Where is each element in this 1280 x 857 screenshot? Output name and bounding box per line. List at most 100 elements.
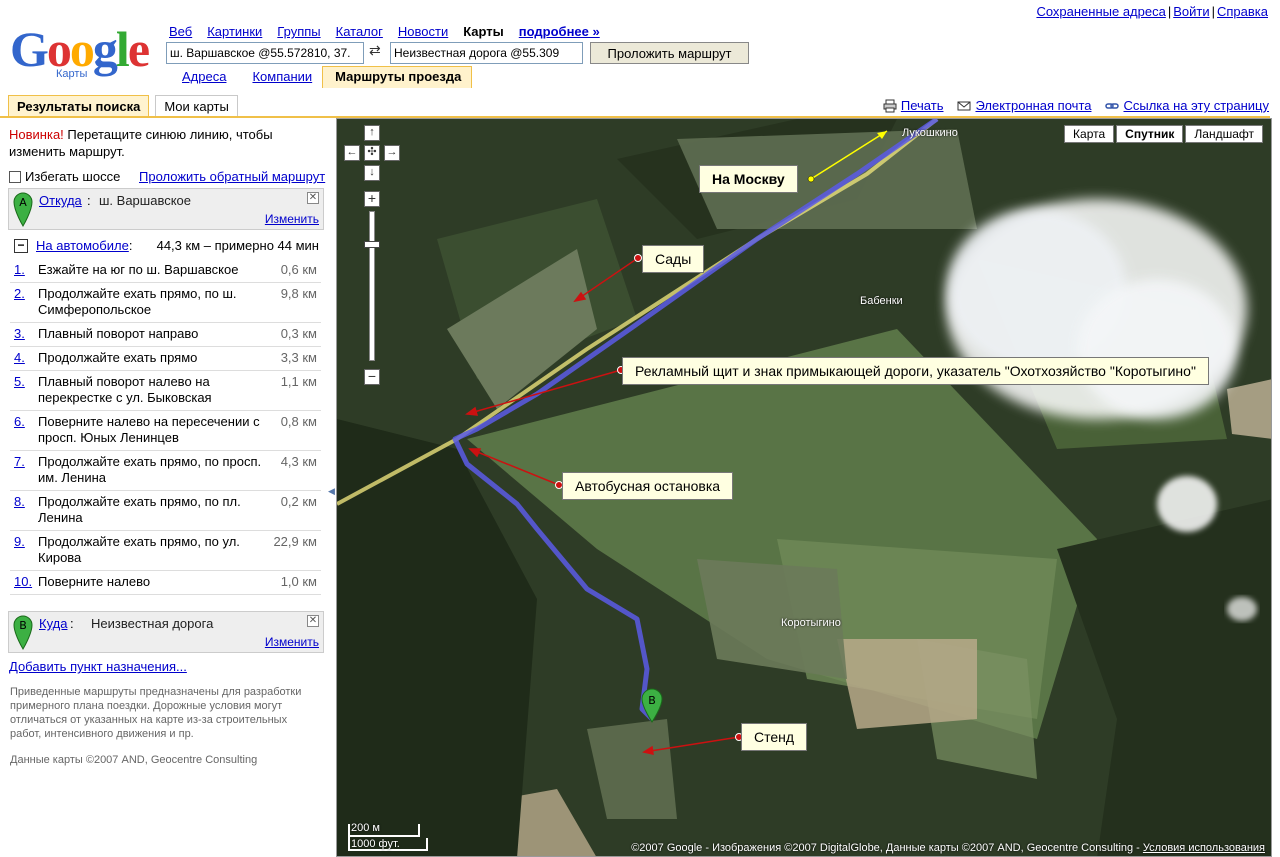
origin-label[interactable]: Откуда [39, 193, 82, 208]
zoom-slider[interactable] [364, 211, 380, 361]
map-data-credit: Данные карты ©2007 AND, Geocentre Consul… [10, 754, 258, 766]
swap-icon[interactable]: ⇄ [369, 42, 381, 59]
tab-businesses[interactable]: Компании [236, 66, 322, 88]
direction-step[interactable]: 7. Продолжайте ехать прямо, по просп. им.… [10, 451, 321, 491]
terms-of-use-link[interactable]: Условия использования [1143, 842, 1265, 854]
pan-down-icon[interactable]: ↓ [364, 165, 380, 181]
svg-text:A: A [19, 196, 27, 209]
direction-step[interactable]: 4. Продолжайте ехать прямо 3,3 км [10, 347, 321, 371]
nav-news[interactable]: Новости [398, 24, 448, 39]
permalink-action[interactable]: Ссылка на эту страницу [1105, 98, 1269, 113]
pan-left-icon[interactable]: ← [344, 145, 360, 161]
permalink-link[interactable]: Ссылка на эту страницу [1123, 98, 1269, 113]
step-distance: 9,8 км [280, 286, 317, 301]
edit-destination-link[interactable]: Изменить [265, 635, 319, 649]
map-type-satellite[interactable]: Спутник [1116, 125, 1184, 143]
callout-to-moscow: На Москву [699, 165, 798, 193]
from-input[interactable] [166, 42, 364, 64]
map-type-switcher: Карта Спутник Ландшафт [1064, 125, 1263, 143]
map-type-map[interactable]: Карта [1064, 125, 1115, 143]
step-number[interactable]: 3. [10, 326, 38, 342]
step-number[interactable]: 4. [10, 350, 38, 366]
direction-step[interactable]: 8. Продолжайте ехать прямо, по пл. Ленина… [10, 491, 321, 531]
saved-addresses-link[interactable]: Сохраненные адреса [1036, 4, 1165, 19]
direction-step[interactable]: 1. Езжайте на юг по ш. Варшавское 0,6 км [10, 259, 321, 283]
help-link[interactable]: Справка [1217, 4, 1268, 19]
step-number[interactable]: 2. [10, 286, 38, 318]
step-instruction: Поверните налево [38, 574, 151, 589]
pan-right-icon[interactable]: → [384, 145, 400, 161]
nav-catalog[interactable]: Каталог [336, 24, 383, 39]
print-link[interactable]: Печать [901, 98, 944, 113]
destination-box: B Куда: Неизвестная дорога ✕ Изменить [8, 611, 324, 653]
map-type-terrain[interactable]: Ландшафт [1185, 125, 1263, 143]
step-instruction: Езжайте на юг по ш. Варшавское [38, 262, 239, 277]
place-babenki: Бабенки [860, 295, 903, 307]
step-number[interactable]: 8. [10, 494, 38, 526]
scale-meters: 200 м [351, 822, 380, 834]
top-nav: Веб Картинки Группы Каталог Новости Карт… [169, 24, 600, 39]
collapse-panel-icon[interactable]: ◀ [328, 486, 335, 497]
svg-text:B: B [19, 619, 27, 632]
reverse-route-link[interactable]: Проложить обратный маршрут [139, 169, 325, 184]
driving-mode-link[interactable]: На автомобиле [36, 238, 129, 253]
step-instruction: Поверните налево на пересечении с просп.… [38, 414, 260, 445]
step-number[interactable]: 6. [10, 414, 38, 446]
collapse-icon[interactable]: − [14, 238, 28, 253]
step-number[interactable]: 10. [10, 574, 38, 590]
step-number[interactable]: 5. [10, 374, 38, 406]
tab-addresses[interactable]: Адреса [166, 66, 236, 88]
tab-my-maps[interactable]: Мои карты [155, 95, 238, 117]
nav-images[interactable]: Картинки [207, 24, 262, 39]
nav-more[interactable]: подробнее » [519, 24, 600, 39]
step-distance: 0,6 км [280, 262, 317, 277]
avoid-highways-label: Избегать шоссе [25, 169, 121, 184]
tab-directions[interactable]: Маршруты проезда [322, 66, 473, 88]
close-icon[interactable]: ✕ [307, 615, 319, 627]
search-subtabs: Адреса Компании Маршруты проезда [166, 66, 473, 88]
google-logo[interactable]: Google Карты [10, 24, 158, 86]
page-actions: Печать Электронная почта Ссылка на эту с… [883, 98, 1269, 113]
step-distance: 0,8 км [280, 414, 317, 429]
edit-origin-link[interactable]: Изменить [265, 212, 319, 226]
zoom-out-icon[interactable]: − [364, 369, 380, 385]
step-instruction: Продолжайте ехать прямо, по пл. Ленина [38, 494, 241, 525]
email-link[interactable]: Электронная почта [975, 98, 1091, 113]
nav-groups[interactable]: Группы [277, 24, 320, 39]
sign-in-link[interactable]: Войти [1173, 4, 1209, 19]
avoid-highways-option[interactable]: Избегать шоссе [9, 169, 120, 184]
pan-up-icon[interactable]: ↑ [364, 125, 380, 141]
get-directions-button[interactable]: Проложить маршрут [590, 42, 749, 64]
to-input[interactable] [390, 42, 583, 64]
direction-step[interactable]: 6. Поверните налево на пересечении с прос… [10, 411, 321, 451]
step-instruction: Плавный поворот направо [38, 326, 199, 341]
step-number[interactable]: 9. [10, 534, 38, 566]
step-number[interactable]: 1. [10, 262, 38, 278]
nav-web[interactable]: Веб [169, 24, 192, 39]
avoid-highways-checkbox[interactable] [9, 170, 21, 183]
step-distance: 1,0 км [280, 574, 317, 589]
pan-center-icon[interactable]: ✣ [364, 145, 380, 161]
chain-link-icon [1105, 102, 1120, 109]
tab-search-results[interactable]: Результаты поиска [8, 95, 150, 117]
logo-wordmark: Google [10, 21, 150, 77]
close-icon[interactable]: ✕ [307, 192, 319, 204]
print-action[interactable]: Печать [883, 98, 944, 113]
add-destination-link[interactable]: Добавить пункт назначения... [9, 659, 187, 674]
zoom-slider-handle[interactable] [364, 241, 380, 248]
email-action[interactable]: Электронная почта [957, 98, 1091, 113]
step-instruction: Продолжайте ехать прямо, по просп. им. Л… [38, 454, 262, 485]
direction-step[interactable]: 3. Плавный поворот направо 0,3 км [10, 323, 321, 347]
zoom-in-icon[interactable]: + [364, 191, 380, 207]
direction-step[interactable]: 10. Поверните налево 1,0 км [10, 571, 321, 595]
direction-step[interactable]: 2. Продолжайте ехать прямо, по ш. Симферо… [10, 283, 321, 323]
direction-step[interactable]: 9. Продолжайте ехать прямо, по ул. Кирова… [10, 531, 321, 571]
destination-label[interactable]: Куда [39, 616, 67, 631]
destination-value: Неизвестная дорога [91, 616, 214, 631]
step-instruction: Продолжайте ехать прямо, по ул. Кирова [38, 534, 240, 565]
account-links: Сохраненные адреса | Войти | Справка [1036, 4, 1268, 19]
envelope-icon [957, 101, 971, 110]
step-number[interactable]: 7. [10, 454, 38, 486]
satellite-map[interactable]: B Карта Спутник Ландшафт ↑ ← ✣ → ↓ + − Л… [336, 118, 1272, 857]
direction-step[interactable]: 5. Плавный поворот налево на перекрестке … [10, 371, 321, 411]
